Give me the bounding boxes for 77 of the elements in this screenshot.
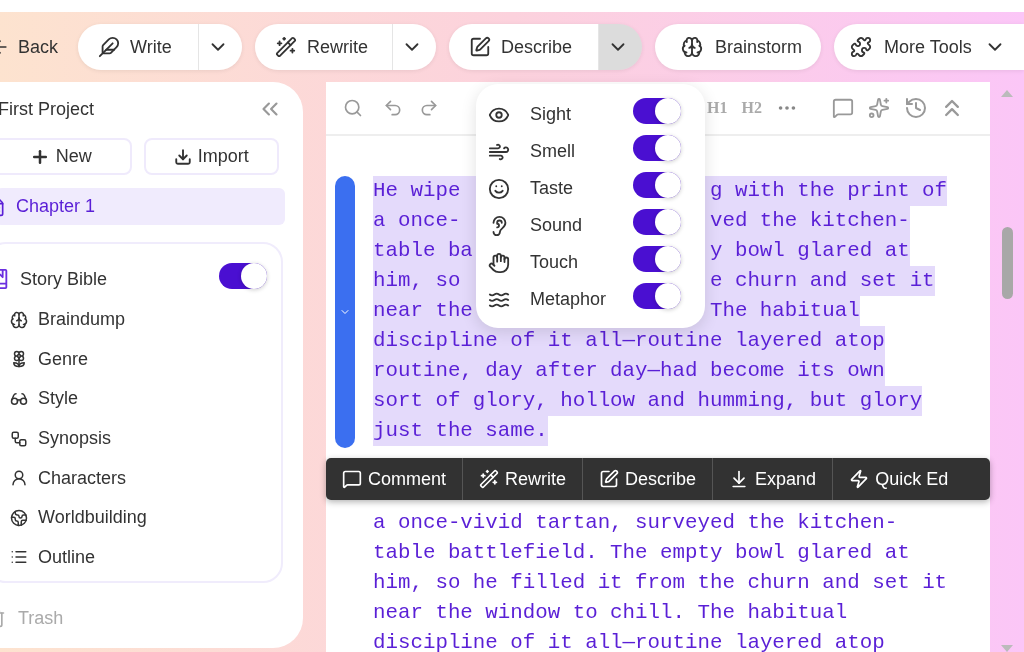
selection-tool-button[interactable]: Describe <box>582 458 713 500</box>
selection-tool-button[interactable]: Comment <box>326 458 463 500</box>
brain-icon <box>681 36 703 58</box>
download-icon <box>173 147 192 166</box>
square-pen-icon <box>599 469 620 489</box>
sparkle-wand-icon <box>479 469 500 489</box>
story-bible-item[interactable]: Characters <box>0 458 267 498</box>
selected-text: discipline of it all—routine layered atop <box>373 326 885 356</box>
sense-label: Taste <box>530 177 574 200</box>
block-handle[interactable] <box>335 176 355 448</box>
story-bible-item[interactable]: Style <box>0 379 267 419</box>
globe-icon <box>10 508 28 527</box>
flower-icon <box>10 350 28 369</box>
sparkle-wand-icon <box>275 36 297 58</box>
person-icon <box>10 469 28 488</box>
feather-icon <box>98 36 120 58</box>
selected-text: The habitual <box>709 296 860 326</box>
brain-icon <box>10 310 28 329</box>
square-pen-icon <box>469 36 491 58</box>
paragraph-line: discipline of it all—routine layered atop <box>373 630 886 652</box>
history-icon[interactable] <box>903 96 928 120</box>
sense-label: Sound <box>530 214 583 237</box>
sense-toggle[interactable] <box>633 246 681 272</box>
sense-toggle[interactable] <box>633 135 681 161</box>
comment-icon[interactable] <box>831 97 854 119</box>
project-title: First Project <box>0 97 94 121</box>
tool-button[interactable]: Brainstorm <box>655 24 821 70</box>
story-bible-item[interactable]: Braindump <box>0 300 267 340</box>
scrollbar-thumb[interactable] <box>1001 227 1013 299</box>
glasses-icon <box>10 390 28 408</box>
import-button[interactable]: Import <box>143 138 279 175</box>
selected-text: ved the kitchen- <box>709 206 910 236</box>
redo-icon[interactable] <box>419 98 439 118</box>
new-button[interactable]: New <box>0 138 132 175</box>
story-bible-item[interactable]: Outline <box>0 537 267 578</box>
selected-text: g with the print of <box>709 176 948 206</box>
undo-icon[interactable] <box>383 98 403 118</box>
comment-icon <box>342 469 362 489</box>
sense-toggle[interactable] <box>633 172 681 198</box>
story-bible-item[interactable]: Synopsis <box>0 418 267 459</box>
selected-text: sort of glory, hollow and humming, but glory <box>373 386 923 416</box>
story-bible-label: Story Bible <box>20 267 108 291</box>
search-icon[interactable] <box>343 98 363 118</box>
tool-button[interactable]: Rewrite <box>255 24 392 70</box>
chapter-item[interactable]: Chapter 1 <box>0 188 285 225</box>
sense-label: Smell <box>530 140 575 163</box>
story-bible-item[interactable]: Genre <box>0 339 267 380</box>
tool-menu-button[interactable] <box>198 24 242 70</box>
selected-text: just the same. <box>373 416 548 446</box>
tool-button[interactable]: Write <box>78 24 198 70</box>
workflow-icon <box>10 429 28 448</box>
puzzle-icon <box>850 36 872 58</box>
tool-button[interactable]: Describe <box>449 24 598 70</box>
back-button[interactable]: Back <box>0 27 65 67</box>
paragraph-line: near the window to chill. The habitual <box>373 600 849 626</box>
selected-text: e churn and set it <box>709 266 935 296</box>
lightning-icon <box>849 469 870 489</box>
selection-tool-button[interactable]: Rewrite <box>462 458 583 500</box>
selection-tool-button[interactable]: Quick Ed <box>832 458 965 500</box>
paragraph-line: a once-vivid tartan, surveyed the kitchen- <box>373 510 899 536</box>
tool-menu-button[interactable] <box>392 24 436 70</box>
paragraph-line: him, so he filled it from the churn and set it <box>373 570 949 596</box>
sense-toggle[interactable] <box>633 283 681 309</box>
sense-toggle[interactable] <box>633 209 681 235</box>
tool-menu-button[interactable] <box>598 24 642 70</box>
hand-icon <box>488 251 510 274</box>
story-bible-toggle[interactable] <box>219 262 267 289</box>
selected-text: y bowl glared at <box>709 236 910 266</box>
paragraph-line: table battlefield. The empty bowl glared at <box>373 540 911 566</box>
sparkles-icon[interactable] <box>867 97 890 119</box>
selection-tool-button[interactable]: Expand <box>712 458 833 500</box>
sense-label: Sight <box>530 103 572 126</box>
sense-toggle[interactable] <box>633 98 681 124</box>
tool-menu-button[interactable]: More Tools <box>834 24 1024 70</box>
smile-icon <box>488 177 510 200</box>
story-bible-item[interactable]: Worldbuilding <box>0 497 267 538</box>
selected-text: routine, day after day—had become its own <box>373 356 885 386</box>
